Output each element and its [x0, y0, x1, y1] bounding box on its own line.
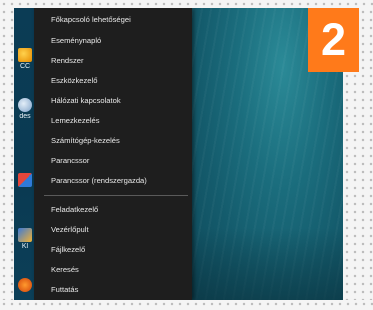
desktop-icon[interactable]: CC: [16, 48, 34, 70]
desktop-icon-label: des: [19, 113, 31, 120]
firefox-icon: [18, 278, 32, 292]
winx-context-menu: Főkapcsoló lehetőségei Eseménynapló Rend…: [34, 8, 192, 300]
menu-item-search[interactable]: Keresés: [34, 261, 192, 279]
menu-item-power-options[interactable]: Főkapcsoló lehetőségei: [34, 11, 192, 29]
desktop-icon-label: Kl: [21, 243, 29, 250]
menu-separator: [44, 195, 188, 196]
menu-item-computer-management[interactable]: Számítógép-kezelés: [34, 132, 192, 150]
step-number-badge: 2: [308, 8, 359, 72]
dotted-frame-left: [0, 0, 14, 310]
desktop-icon-label: CC: [19, 63, 31, 70]
menu-item-network-connections[interactable]: Hálózati kapcsolatok: [34, 92, 192, 110]
menu-item-run[interactable]: Futtatás: [34, 281, 192, 299]
menu-item-task-manager[interactable]: Feladatkezelő: [34, 201, 192, 219]
desktop-icon[interactable]: des: [16, 98, 34, 120]
desktop-icon[interactable]: [16, 278, 34, 293]
app-icon: [18, 228, 32, 242]
app-icon: [18, 48, 32, 62]
desktop-icon[interactable]: [16, 173, 34, 188]
menu-item-event-viewer[interactable]: Eseménynapló: [34, 32, 192, 50]
menu-item-file-explorer[interactable]: Fájlkezelő: [34, 241, 192, 259]
menu-item-control-panel[interactable]: Vezérlőpult: [34, 221, 192, 239]
app-icon: [18, 173, 32, 187]
menu-item-disk-management[interactable]: Lemezkezelés: [34, 112, 192, 130]
wallpaper-shade: [192, 228, 343, 300]
dotted-frame-bottom: [0, 300, 373, 310]
menu-item-command-prompt[interactable]: Parancssor: [34, 152, 192, 170]
dotted-frame-top: [0, 0, 373, 8]
menu-item-system[interactable]: Rendszer: [34, 52, 192, 70]
desktop-icon[interactable]: Kl: [16, 228, 34, 250]
menu-item-device-manager[interactable]: Eszközkezelő: [34, 72, 192, 90]
settings-icon: [18, 98, 32, 112]
desktop-screen: CC des Kl Főkapcsoló lehetőségei Esemény…: [14, 8, 343, 300]
menu-item-command-prompt-admin[interactable]: Parancssor (rendszergazda): [34, 172, 192, 190]
